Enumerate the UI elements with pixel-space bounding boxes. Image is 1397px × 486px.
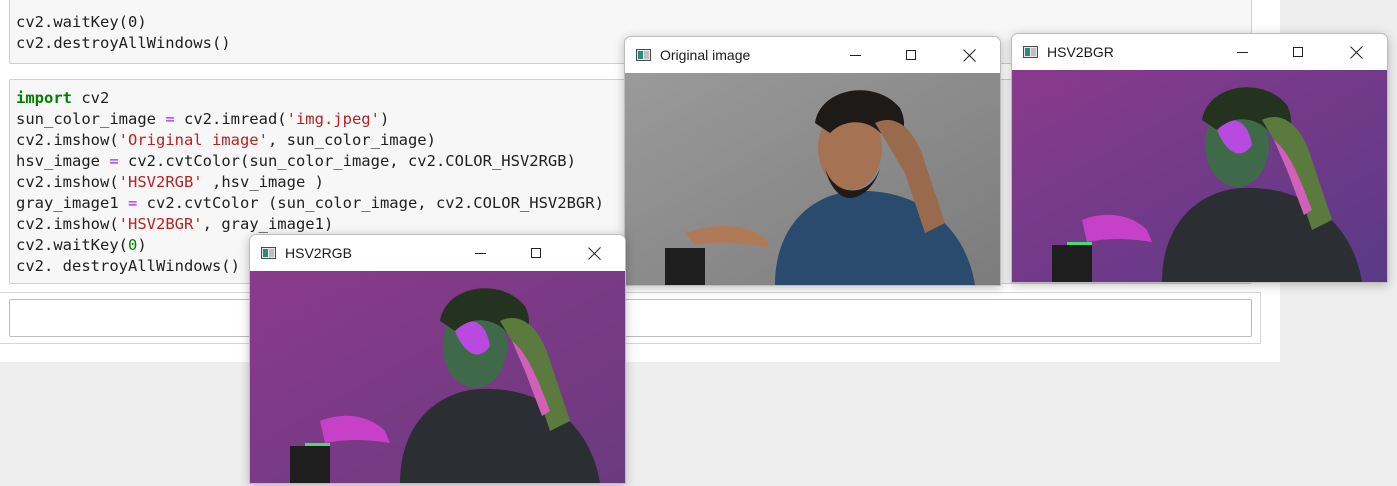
code-token: hsv_image [16, 152, 110, 170]
window-titlebar[interactable]: Original image [625, 37, 1000, 73]
maximize-button[interactable] [888, 37, 934, 73]
code-token: ,hsv_image ) [202, 173, 324, 191]
code-token: cv2.imshow( [16, 215, 119, 233]
minimize-button[interactable] [457, 235, 503, 271]
code-token: cv2.cvtColor(sun_color_image, cv2.COLOR_… [118, 152, 576, 170]
minimize-icon [849, 54, 861, 56]
maximize-icon [906, 50, 916, 60]
code-token: cv2.waitKey( [16, 236, 128, 254]
window-hsv2bgr[interactable]: HSV2BGR [1011, 33, 1388, 283]
opencv-window-icon [1023, 46, 1038, 58]
image-display-original [625, 73, 1000, 285]
code-token: cv2. destroyAllWindows() [16, 257, 240, 275]
close-button[interactable] [946, 37, 992, 73]
window-title: HSV2BGR [1047, 44, 1114, 60]
code-token: ) [137, 236, 147, 254]
code-token: cv2 [72, 89, 110, 107]
close-icon [1350, 46, 1363, 59]
string-token: 'img.jpeg' [286, 110, 380, 128]
code-line: cv2.waitKey(0) [16, 13, 147, 31]
maximize-icon [531, 248, 541, 258]
string-token: 'Original image' [118, 131, 268, 149]
string-token: 'HSV2BGR' [118, 215, 203, 233]
close-icon [963, 49, 976, 62]
code-line: cv2.destroyAllWindows() [16, 34, 231, 52]
portrait-image [250, 271, 625, 483]
operator-token: = [109, 152, 119, 170]
window-original-image[interactable]: Original image [624, 36, 1001, 286]
portrait-image [1012, 70, 1387, 282]
code-token: cv2.imread( [174, 110, 287, 128]
image-display-hsv2rgb [250, 271, 625, 483]
code-token: cv2.imshow( [16, 173, 119, 191]
minimize-button[interactable] [1219, 34, 1265, 70]
maximize-button[interactable] [513, 235, 559, 271]
close-button[interactable] [1333, 34, 1379, 70]
opencv-window-icon [261, 247, 276, 259]
number-token: 0 [127, 236, 138, 254]
minimize-icon [1236, 51, 1248, 53]
code-token: sun_color_image [16, 110, 166, 128]
code-token: gray_image1 [16, 194, 128, 212]
operator-token: = [165, 110, 175, 128]
code-token: ) [379, 110, 390, 128]
code-token: cv2.imshow( [16, 131, 119, 149]
minimize-icon [474, 252, 486, 254]
window-titlebar[interactable]: HSV2RGB [250, 235, 625, 271]
code-token: , gray_image1) [202, 215, 334, 233]
portrait-image [625, 73, 1000, 285]
minimize-button[interactable] [832, 37, 878, 73]
window-title: HSV2RGB [285, 245, 352, 261]
window-title: Original image [660, 47, 751, 63]
close-button[interactable] [571, 235, 617, 271]
opencv-window-icon [636, 49, 651, 61]
window-titlebar[interactable]: HSV2BGR [1012, 34, 1387, 70]
string-token: 'HSV2RGB' [118, 173, 203, 191]
window-hsv2rgb[interactable]: HSV2RGB [249, 234, 626, 484]
close-icon [588, 247, 601, 260]
code-token: , sun_color_image) [267, 131, 436, 149]
empty-code-cell[interactable] [9, 299, 1252, 337]
operator-token: = [127, 194, 138, 212]
image-display-hsv2bgr [1012, 70, 1387, 282]
maximize-icon [1293, 47, 1303, 57]
code-editor[interactable]: cv2.waitKey(0) cv2.destroyAllWindows() [16, 12, 231, 54]
keyword-token: import [16, 89, 72, 107]
maximize-button[interactable] [1275, 34, 1321, 70]
code-token: cv2.cvtColor (sun_color_image, cv2.COLOR… [137, 194, 604, 212]
